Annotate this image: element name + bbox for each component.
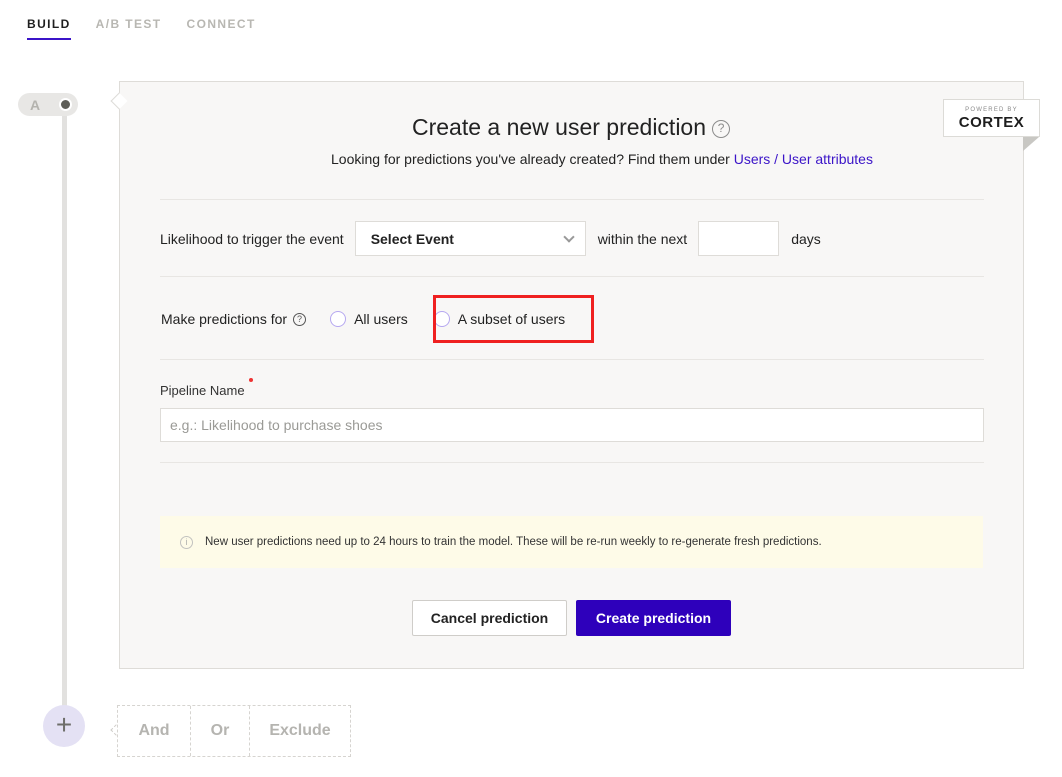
add-step-button[interactable]: + xyxy=(43,705,85,747)
required-indicator-icon xyxy=(249,378,253,382)
days-input[interactable] xyxy=(698,221,780,256)
days-label: days xyxy=(791,230,821,247)
pipeline-name-input[interactable] xyxy=(160,408,984,442)
step-dot-icon xyxy=(59,98,72,111)
event-row: Likelihood to trigger the event Select E… xyxy=(160,221,821,256)
radio-subset-of-users[interactable]: A subset of users xyxy=(433,311,566,327)
event-label: Likelihood to trigger the event xyxy=(160,230,344,247)
training-notice: i New user predictions need up to 24 hou… xyxy=(160,516,983,568)
plus-icon: + xyxy=(55,709,73,740)
logic-or-button[interactable]: Or xyxy=(190,706,249,756)
pipeline-name-label: Pipeline Name xyxy=(160,383,245,398)
logic-options: And Or Exclude xyxy=(117,705,351,757)
top-tabs: BUILD A/B TEST CONNECT xyxy=(27,17,256,40)
radio-subset-label: A subset of users xyxy=(457,311,566,327)
page-title-text: Create a new user prediction xyxy=(411,114,707,140)
cancel-prediction-button[interactable]: Cancel prediction xyxy=(412,600,567,636)
logic-and-button[interactable]: And xyxy=(118,706,190,756)
step-pill[interactable]: A xyxy=(18,93,78,116)
prediction-card xyxy=(119,81,1024,669)
divider xyxy=(160,276,984,277)
create-prediction-button[interactable]: Create prediction xyxy=(576,600,731,636)
tab-ab-test[interactable]: A/B TEST xyxy=(96,17,162,40)
event-select-value: Select Event xyxy=(370,230,454,247)
notice-text: New user predictions need up to 24 hours… xyxy=(205,536,822,548)
info-icon: i xyxy=(180,535,193,549)
page-title: Create a new user prediction? xyxy=(0,114,1062,141)
divider xyxy=(160,359,984,360)
radio-circle-icon[interactable] xyxy=(330,311,347,327)
prediction-target-row: Make predictions for ? All users A subse… xyxy=(161,309,565,329)
powered-by-label: POWERED BY xyxy=(965,107,1018,113)
help-icon[interactable]: ? xyxy=(712,120,731,138)
step-letter: A xyxy=(30,96,41,113)
tab-connect[interactable]: CONNECT xyxy=(187,17,256,40)
event-select[interactable]: Select Event xyxy=(354,221,586,256)
tab-build[interactable]: BUILD xyxy=(27,17,71,40)
radio-all-users-label: All users xyxy=(354,311,408,327)
subtitle-text: Looking for predictions you've already c… xyxy=(331,151,734,167)
step-rail-line xyxy=(62,108,67,708)
radio-circle-icon[interactable] xyxy=(433,311,450,327)
help-icon[interactable]: ? xyxy=(293,312,307,326)
radio-all-users[interactable]: All users xyxy=(330,311,408,327)
predictions-for-label: Make predictions for xyxy=(161,311,288,327)
user-attributes-link[interactable]: Users / User attributes xyxy=(734,151,873,167)
divider xyxy=(160,199,984,200)
within-label: within the next xyxy=(597,230,688,247)
page-subtitle: Looking for predictions you've already c… xyxy=(0,151,1062,167)
divider xyxy=(160,462,984,463)
chevron-down-icon xyxy=(563,230,575,243)
logic-exclude-button[interactable]: Exclude xyxy=(249,706,350,756)
